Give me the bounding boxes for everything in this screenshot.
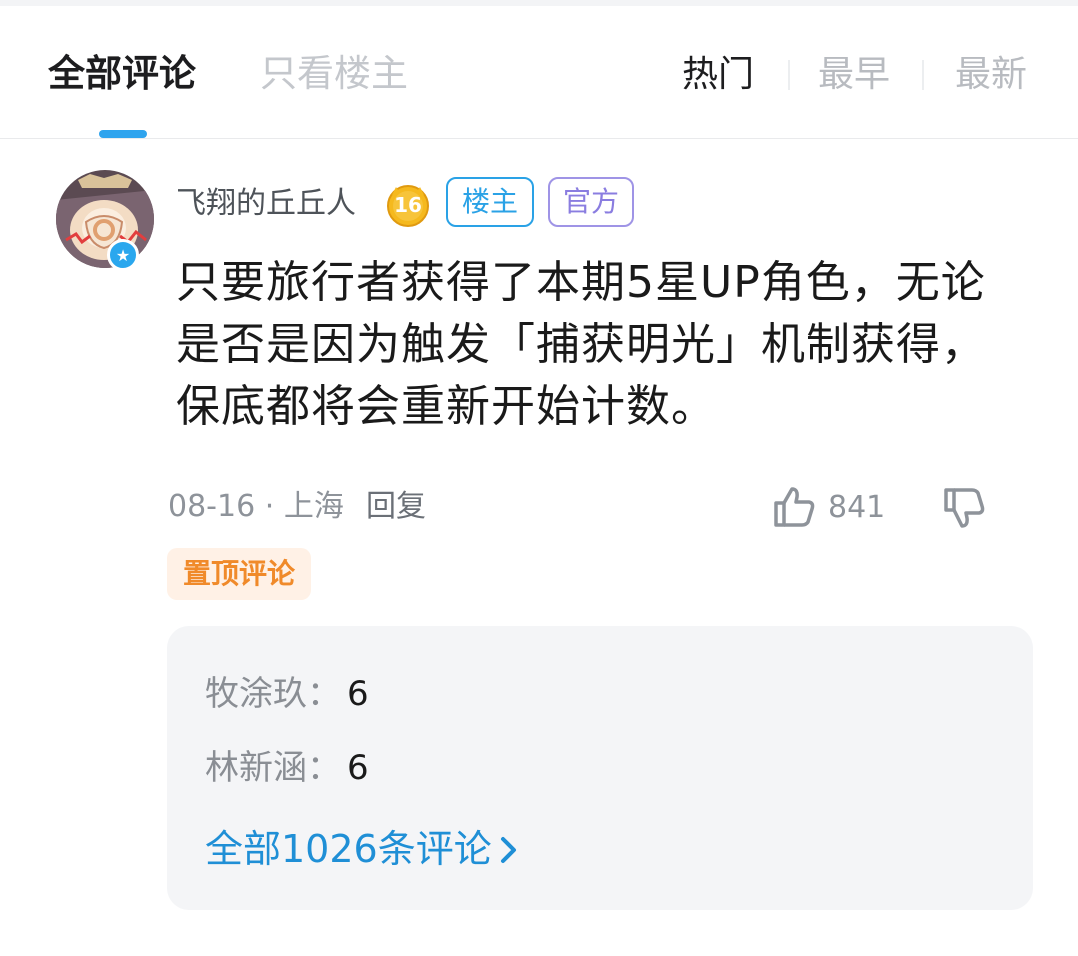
reply-item[interactable]: 牧涂玖： 6 (205, 670, 369, 718)
level-number: 16 (394, 193, 422, 217)
reply-text: 6 (347, 674, 369, 714)
tab-op-only[interactable]: 只看楼主 (260, 50, 408, 98)
reply-preview-box[interactable]: 牧涂玖： 6 林新涵： 6 全部1026条评论 (167, 626, 1033, 910)
comment-tab-bar: 全部评论 只看楼主 热门 最早 最新 (0, 6, 1078, 139)
thumbs-down-icon[interactable] (940, 484, 988, 532)
reply-button[interactable]: 回复 (366, 486, 426, 528)
like-count: 841 (828, 490, 886, 525)
sort-divider (922, 60, 924, 90)
tab-all-comments[interactable]: 全部评论 (48, 50, 196, 98)
op-tag: 楼主 (446, 177, 534, 227)
sort-hot[interactable]: 热门 (682, 52, 754, 98)
sort-divider (788, 60, 790, 90)
view-all-replies-link[interactable]: 全部1026条评论 (205, 824, 520, 874)
reply-author[interactable]: 牧涂玖： (205, 674, 341, 714)
sort-earliest[interactable]: 最早 (818, 52, 890, 98)
thumbs-up-icon[interactable] (770, 483, 818, 531)
chevron-right-icon (500, 836, 516, 863)
reply-item[interactable]: 林新涵： 6 (205, 744, 369, 792)
comment-date: 08-16 (168, 489, 256, 524)
reply-text: 6 (347, 748, 369, 788)
comment-username[interactable]: 飞翔的丘丘人 (176, 182, 356, 226)
comment-location: 上海 (283, 489, 344, 524)
avatar[interactable] (56, 170, 154, 268)
meta-separator: · (264, 489, 275, 524)
pinned-comment-badge: 置顶评论 (167, 548, 311, 600)
official-tag: 官方 (548, 177, 634, 227)
verified-badge-icon: ★ (107, 239, 139, 271)
active-tab-indicator (99, 130, 147, 138)
comment-body: 只要旅行者获得了本期5星UP角色，无论是否是因为触发「捕获明光」机制获得，保底都… (176, 257, 986, 432)
reply-author[interactable]: 林新涵： (205, 748, 341, 788)
comment-meta: 08-16 · 上海 (168, 486, 344, 528)
sort-latest[interactable]: 最新 (955, 52, 1027, 98)
view-all-replies-label: 全部1026条评论 (205, 827, 492, 871)
